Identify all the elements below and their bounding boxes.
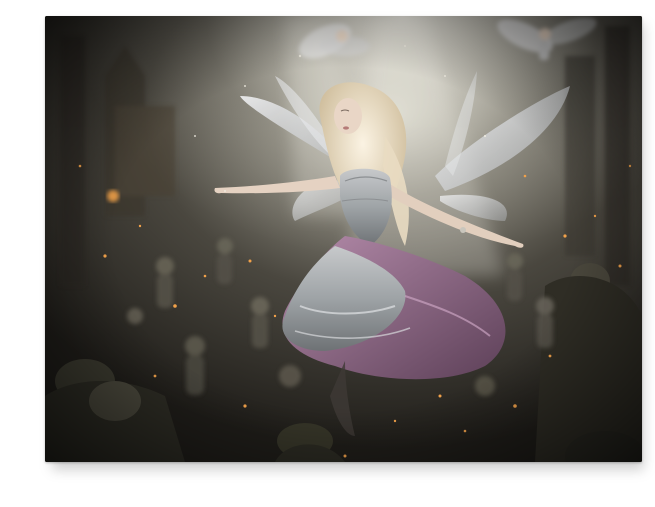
canvas-print-mockup [0,0,655,507]
canvas-artwork [45,16,642,462]
fairy-scene [45,16,642,462]
vignette [45,16,642,462]
